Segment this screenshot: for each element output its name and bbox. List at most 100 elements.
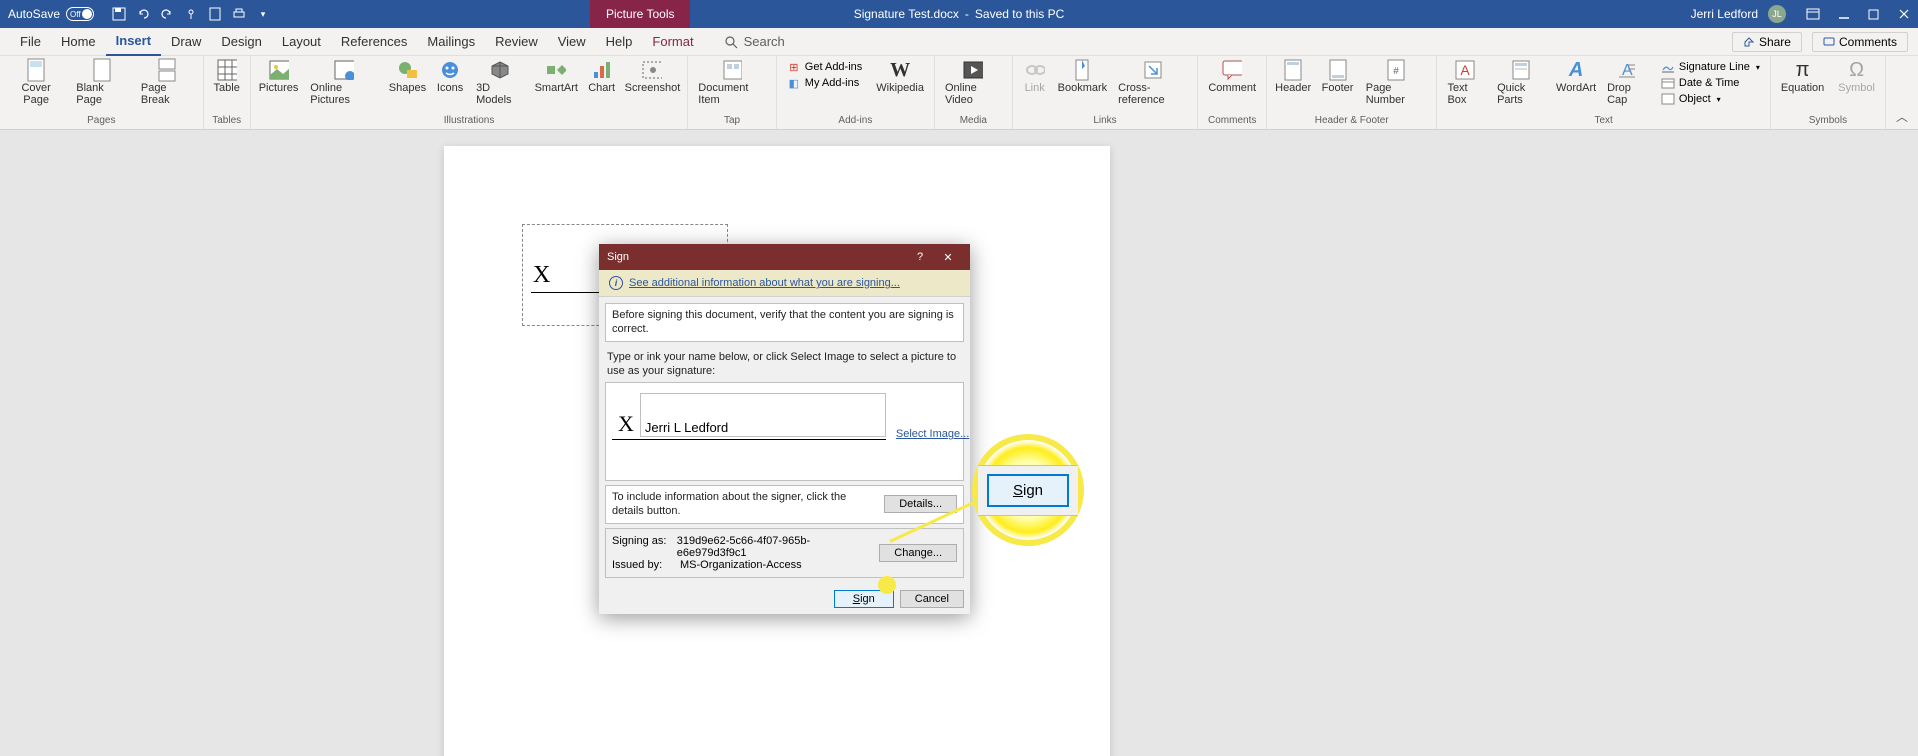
dialog-close-button[interactable]: ✕: [934, 251, 962, 264]
tab-view[interactable]: View: [548, 28, 596, 56]
top-right-actions: Share Comments: [1732, 32, 1908, 52]
document-item-button[interactable]: Document Item: [692, 58, 772, 108]
symbol-label: Symbol: [1838, 82, 1875, 94]
document-item-label: Document Item: [698, 82, 766, 106]
blank-page-button[interactable]: Blank Page: [70, 58, 133, 108]
dialog-titlebar[interactable]: Sign ? ✕: [599, 244, 970, 270]
pictures-button[interactable]: Pictures: [255, 58, 302, 96]
video-icon: [963, 60, 983, 80]
textbox-button[interactable]: AText Box: [1441, 58, 1489, 108]
signature-text-area[interactable]: [612, 446, 957, 480]
smartart-button[interactable]: SmartArt: [531, 58, 582, 96]
cover-page-label: Cover Page: [10, 82, 62, 106]
search-box[interactable]: Search: [724, 34, 785, 49]
pagenumber-button[interactable]: #Page Number: [1360, 58, 1433, 108]
new-doc-icon[interactable]: [208, 7, 222, 21]
tab-strip: File Home Insert Draw Design Layout Refe…: [0, 28, 1918, 56]
tab-design[interactable]: Design: [211, 28, 271, 56]
context-tab-picture-tools[interactable]: Picture Tools: [590, 0, 690, 28]
comment-button[interactable]: Comment: [1202, 58, 1262, 96]
tab-home[interactable]: Home: [51, 28, 106, 56]
change-button[interactable]: Change...: [879, 544, 957, 562]
table-button[interactable]: Table: [208, 58, 246, 96]
tab-draw[interactable]: Draw: [161, 28, 211, 56]
link-icon: [1025, 60, 1045, 80]
dropcap-button[interactable]: ADrop Cap: [1601, 58, 1653, 108]
user-name[interactable]: Jerri Ledford: [1691, 7, 1758, 21]
tab-mailings[interactable]: Mailings: [417, 28, 485, 56]
equation-button[interactable]: πEquation: [1775, 58, 1830, 96]
details-section: To include information about the signer,…: [605, 485, 964, 524]
dropcap-label: Drop Cap: [1607, 82, 1647, 106]
header-button[interactable]: Header: [1271, 58, 1315, 96]
equation-icon: π: [1793, 60, 1813, 80]
certificate-panel: Signing as: 319d9e62-5c66-4f07-965b-e6e9…: [605, 528, 964, 578]
toggle-switch[interactable]: Off: [66, 7, 94, 21]
crossref-button[interactable]: Cross-reference: [1112, 58, 1193, 108]
icons-button[interactable]: Icons: [432, 58, 468, 96]
tab-references[interactable]: References: [331, 28, 417, 56]
undo-icon[interactable]: [136, 7, 150, 21]
store-icon: ⊞: [787, 60, 801, 74]
tab-help[interactable]: Help: [596, 28, 643, 56]
save-icon[interactable]: [112, 7, 126, 21]
date-time-button[interactable]: Date & Time: [1661, 76, 1760, 90]
chart-button[interactable]: Chart: [584, 58, 620, 96]
close-icon[interactable]: [1898, 8, 1910, 20]
details-button[interactable]: Details...: [884, 495, 957, 513]
print-icon[interactable]: [232, 7, 246, 21]
redo-icon[interactable]: [160, 7, 174, 21]
signature-x-mark: X: [533, 262, 550, 289]
get-addins-button[interactable]: ⊞Get Add-ins: [787, 60, 862, 74]
group-tables: Table Tables: [204, 56, 251, 129]
group-media-label: Media: [939, 115, 1008, 127]
screenshot-button[interactable]: Screenshot: [622, 58, 684, 96]
tab-format[interactable]: Format: [642, 28, 703, 56]
bookmark-button[interactable]: Bookmark: [1055, 58, 1110, 96]
quickparts-label: Quick Parts: [1497, 82, 1545, 106]
window-controls: [1806, 8, 1910, 20]
autosave-toggle[interactable]: AutoSave Off: [8, 7, 94, 21]
tab-insert[interactable]: Insert: [106, 28, 161, 56]
user-avatar[interactable]: JL: [1768, 5, 1786, 23]
group-tap-label: Tap: [692, 115, 772, 127]
maximize-icon[interactable]: [1868, 8, 1880, 20]
cover-page-button[interactable]: Cover Page: [4, 58, 68, 108]
dialog-help-button[interactable]: ?: [906, 251, 934, 263]
signature-x: X: [612, 411, 634, 437]
crossref-icon: [1143, 60, 1163, 80]
tab-file[interactable]: File: [10, 28, 51, 56]
tab-layout[interactable]: Layout: [272, 28, 331, 56]
object-button[interactable]: Object▾: [1661, 92, 1760, 106]
touch-mode-icon[interactable]: [184, 7, 198, 21]
addins-stack: ⊞Get Add-ins ◧My Add-ins: [781, 58, 868, 92]
online-pictures-button[interactable]: Online Pictures: [304, 58, 383, 108]
page-break-button[interactable]: Page Break: [135, 58, 199, 108]
smartart-label: SmartArt: [535, 82, 578, 94]
cancel-button[interactable]: Cancel: [900, 590, 964, 608]
signature-line-button[interactable]: Signature Line▾: [1661, 60, 1760, 74]
cover-page-icon: [26, 60, 46, 80]
online-video-button[interactable]: Online Video: [939, 58, 1008, 108]
tab-review[interactable]: Review: [485, 28, 548, 56]
footer-button[interactable]: Footer: [1317, 58, 1357, 96]
minimize-icon[interactable]: [1838, 8, 1850, 20]
table-label: Table: [214, 82, 240, 94]
ribbon-display-icon[interactable]: [1806, 8, 1820, 20]
my-addins-button[interactable]: ◧My Add-ins: [787, 76, 862, 90]
select-image-link[interactable]: Select Image...: [896, 428, 969, 440]
share-button[interactable]: Share: [1732, 32, 1802, 52]
pagenumber-label: Page Number: [1366, 82, 1427, 106]
3d-models-button[interactable]: 3D Models: [470, 58, 529, 108]
wikipedia-button[interactable]: WWikipedia: [870, 58, 930, 96]
group-illustrations-label: Illustrations: [255, 115, 683, 127]
info-link[interactable]: See additional information about what yo…: [629, 277, 900, 289]
wordart-button[interactable]: AWordArt: [1553, 58, 1599, 96]
crossref-label: Cross-reference: [1118, 82, 1187, 106]
collapse-ribbon-button[interactable]: ︿: [1886, 104, 1918, 129]
comments-button[interactable]: Comments: [1812, 32, 1908, 52]
customize-qat-icon[interactable]: ▾: [256, 7, 270, 21]
quickparts-button[interactable]: Quick Parts: [1491, 58, 1551, 108]
signature-name-input[interactable]: Jerri L Ledford: [640, 393, 886, 437]
shapes-button[interactable]: Shapes: [385, 58, 430, 96]
